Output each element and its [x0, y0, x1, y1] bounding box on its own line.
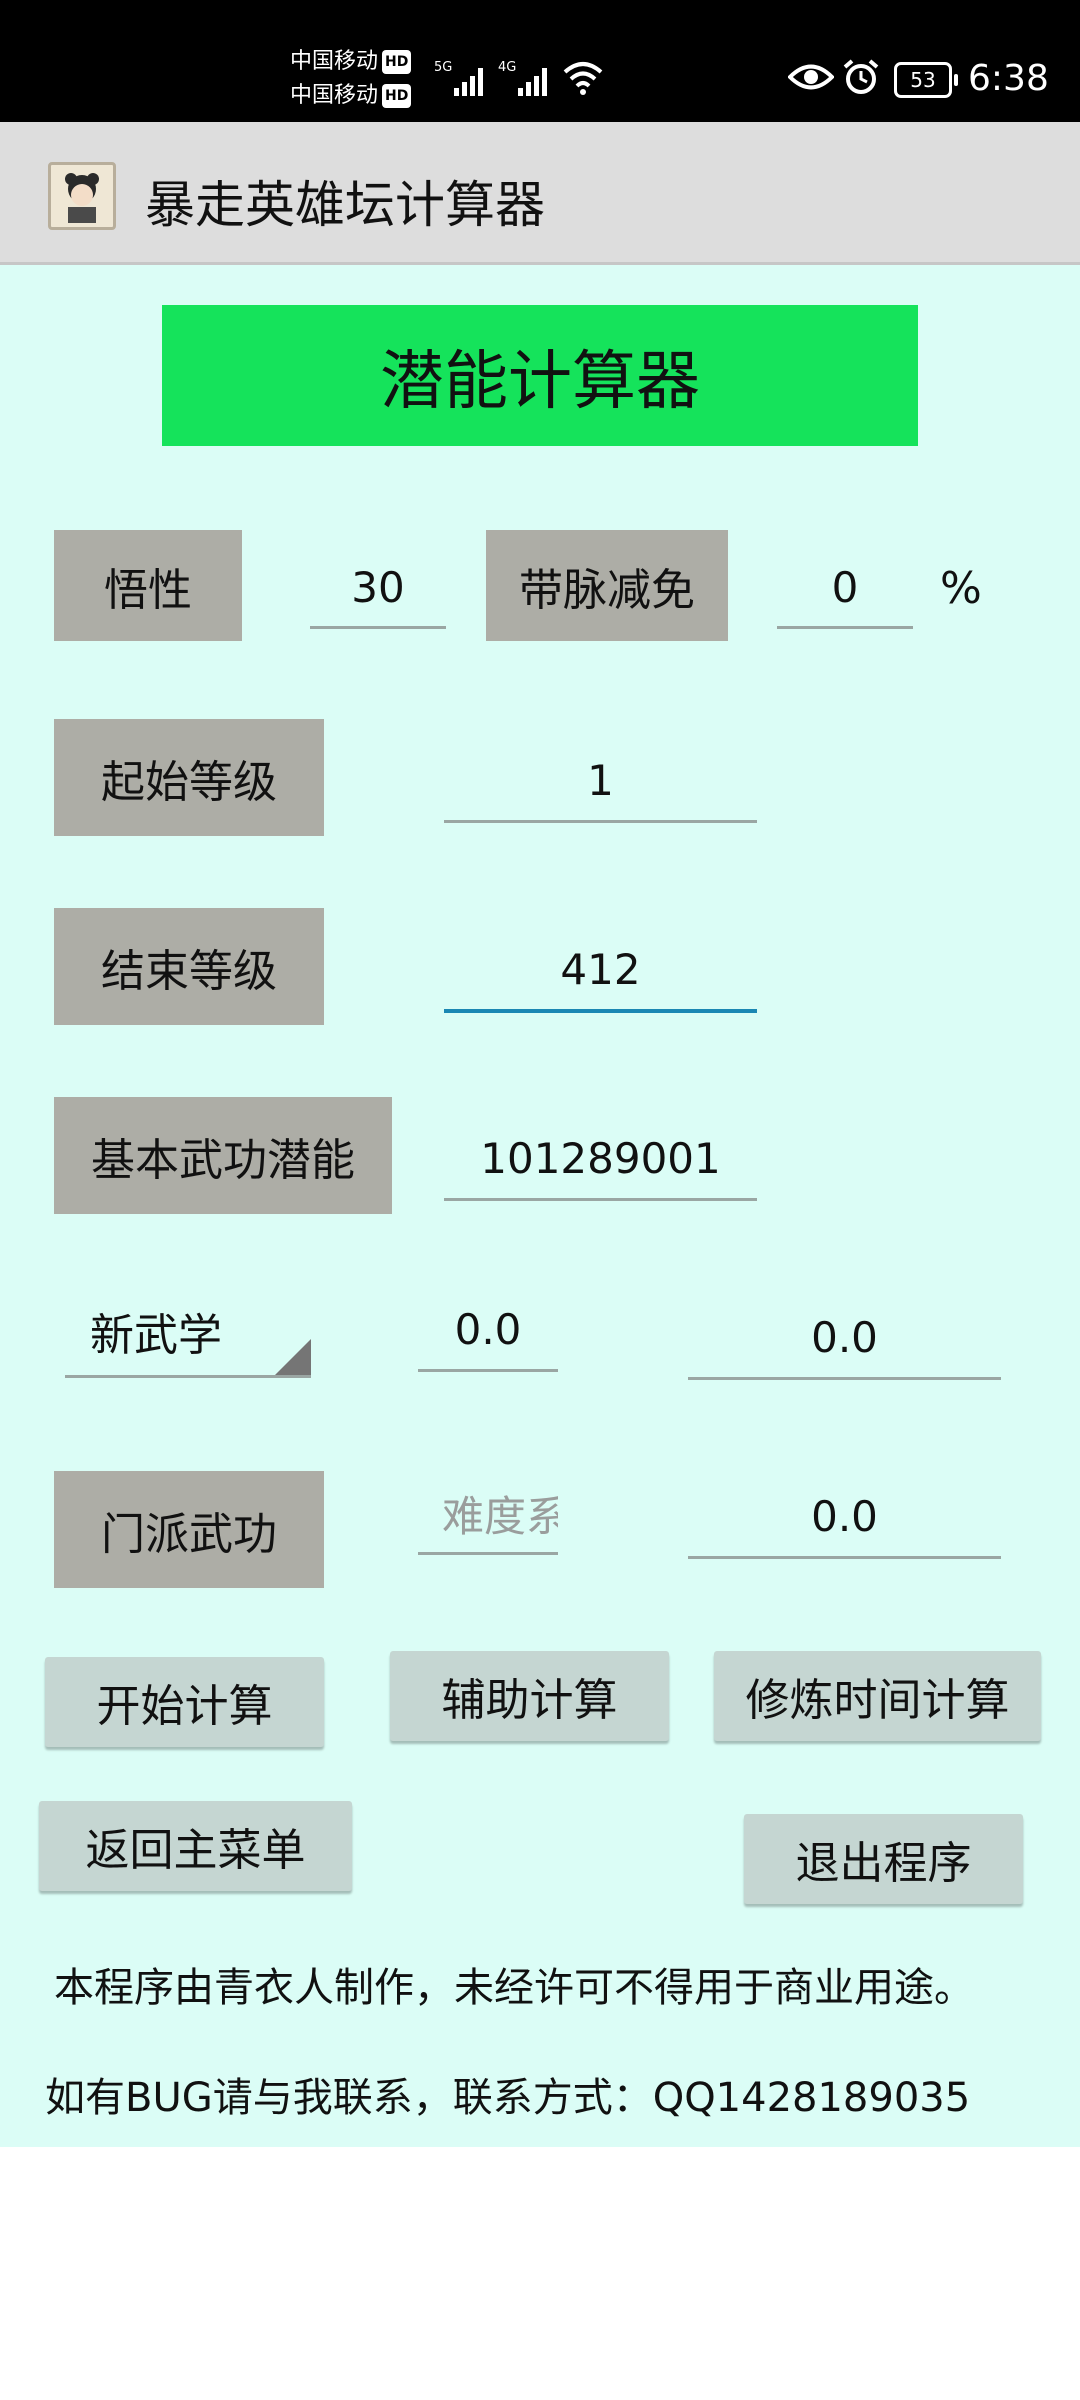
- signal-icon: [454, 62, 483, 96]
- action-bar: 暴走英雄坛计算器: [0, 122, 1080, 265]
- battery-level: 53: [910, 68, 936, 92]
- alarm-icon: [843, 59, 879, 94]
- reduction-input[interactable]: 0: [777, 548, 913, 629]
- difficulty-input[interactable]: 难度系: [418, 1475, 558, 1555]
- basic-martial-potential-input[interactable]: 101289001: [444, 1118, 757, 1201]
- calculator-panel: 潜能计算器 悟性 30 带脉减免 0 % 起始等级 1 结束等级 412 基本武…: [0, 265, 1080, 2147]
- martial-type-selected: 新武学: [90, 1309, 222, 1361]
- start-level-label: 起始等级: [54, 719, 324, 836]
- practice-time-calc-button[interactable]: 修炼时间计算: [714, 1651, 1041, 1741]
- start-calc-button[interactable]: 开始计算: [45, 1657, 324, 1747]
- carrier-1-label: 中国移动: [290, 49, 379, 74]
- status-bar: 中国移动 HD 中国移动 HD 5G 4G 53 6:38: [0, 0, 1080, 122]
- app-icon: [48, 162, 116, 230]
- eye-icon: [788, 64, 834, 90]
- contact-notice: 如有BUG请与我联系，联系方式：QQ1428189035: [45, 2075, 971, 2121]
- start-level-input[interactable]: 1: [444, 740, 757, 823]
- spinner-triangle-icon: [275, 1339, 311, 1375]
- assist-calc-button[interactable]: 辅助计算: [390, 1651, 669, 1741]
- battery-icon: 53: [894, 62, 958, 98]
- potential-calculator-header-button[interactable]: 潜能计算器: [162, 305, 918, 446]
- net-4g-label: 4G: [498, 60, 517, 75]
- signal-icon-2: [518, 62, 547, 96]
- clock: 6:38: [968, 58, 1049, 99]
- app-title: 暴走英雄坛计算器: [145, 176, 545, 234]
- carrier-2-label: 中国移动: [290, 83, 379, 108]
- martial-value-b-input[interactable]: 0.0: [688, 1297, 1001, 1380]
- end-level-label: 结束等级: [54, 908, 324, 1025]
- exit-program-button[interactable]: 退出程序: [744, 1814, 1023, 1904]
- martial-value-a-input[interactable]: 0.0: [418, 1289, 558, 1372]
- wifi-icon: [563, 62, 603, 95]
- belt-meridian-reduction-label: 带脉减免: [486, 530, 728, 641]
- comprehension-label: 悟性: [54, 530, 242, 641]
- comprehension-input[interactable]: 30: [310, 548, 446, 629]
- basic-martial-potential-label: 基本武功潜能: [54, 1097, 392, 1214]
- percent-unit-label: %: [940, 563, 982, 614]
- hd-badge-1: HD: [382, 50, 412, 74]
- martial-type-spinner[interactable]: 新武学: [65, 1286, 311, 1378]
- end-level-input[interactable]: 412: [444, 929, 757, 1013]
- net-5g-label: 5G: [434, 60, 453, 75]
- copyright-notice: 本程序由青衣人制作，未经许可不得用于商业用途。: [54, 1965, 974, 2011]
- sect-martial-label: 门派武功: [54, 1471, 324, 1588]
- hd-badge-2: HD: [382, 84, 412, 108]
- back-to-menu-button[interactable]: 返回主菜单: [39, 1801, 352, 1891]
- sect-value-input[interactable]: 0.0: [688, 1476, 1001, 1559]
